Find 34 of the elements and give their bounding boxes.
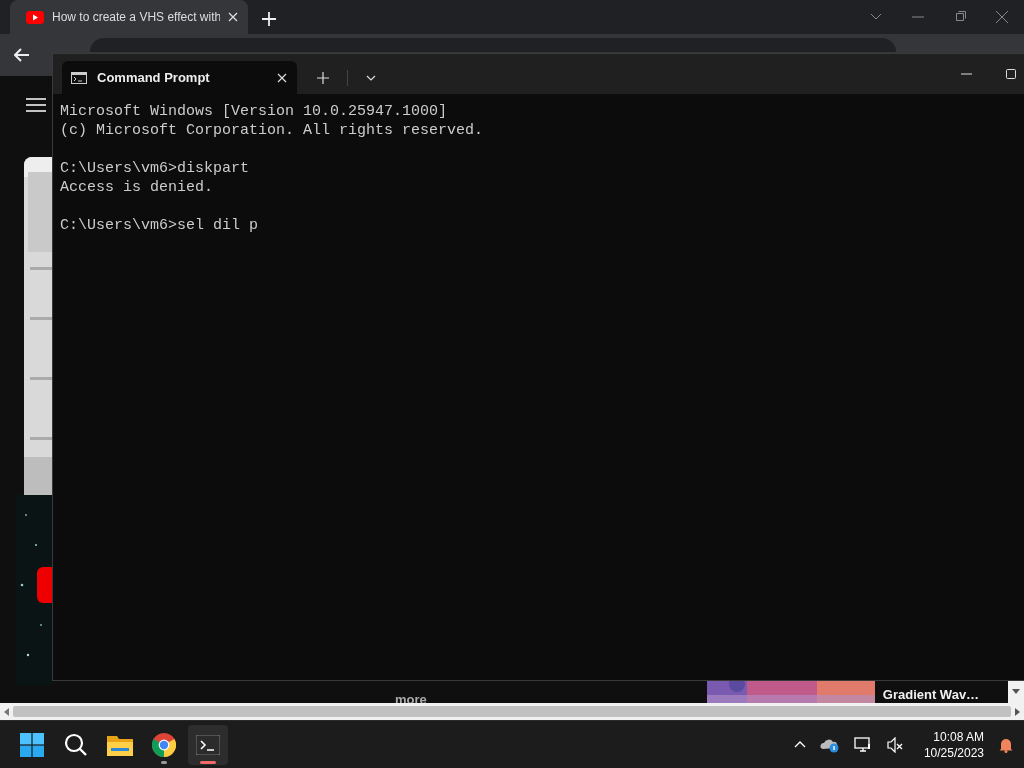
maximize-icon[interactable] (1006, 69, 1016, 79)
terminal-icon (196, 734, 220, 755)
console-line: Microsoft Windows [Version 10.0.25947.1000] (60, 102, 449, 121)
new-tab-button[interactable] (317, 71, 329, 84)
console-line: C:\Users\vm6>diskpart (60, 159, 251, 178)
speaker-muted-icon[interactable] (885, 736, 904, 753)
clock-date[interactable]: 10/25/2023 (923, 744, 984, 761)
clock-time[interactable]: 10:08 AM (933, 728, 984, 745)
video-title[interactable]: Gradient Wav… (882, 687, 980, 703)
back-arrow-icon[interactable] (14, 48, 30, 62)
monitor-icon[interactable] (853, 736, 872, 753)
console-line: Access is denied. (60, 178, 215, 197)
console-line: C:\Users\vm6>sel dil p (60, 216, 260, 235)
scroll-down-icon[interactable] (1012, 689, 1020, 694)
new-tab-button[interactable] (262, 12, 276, 26)
taskbar-button[interactable] (188, 724, 228, 765)
console-line: (c) Microsoft Corporation. All rights reserved. (60, 121, 485, 140)
chrome-icon (152, 732, 176, 757)
menu-icon[interactable] (26, 98, 46, 112)
scroll-right-icon[interactable] (1015, 707, 1020, 716)
scroll-left-icon[interactable] (4, 707, 9, 716)
folder-icon (107, 733, 133, 756)
scrollbar[interactable] (1008, 680, 1024, 703)
browser-tab[interactable]: How to create a VHS effect with (10, 0, 248, 34)
youtube-icon (26, 10, 44, 24)
restore-icon[interactable] (954, 11, 966, 23)
windows-logo-icon (20, 732, 44, 757)
terminal-tab[interactable]: Command Prompt (62, 61, 297, 94)
chevron-up-icon[interactable] (793, 741, 806, 748)
scrollbar-thumb[interactable] (13, 706, 1011, 717)
bell-icon[interactable] (998, 736, 1014, 753)
terminal-icon (71, 71, 87, 84)
scrollbar[interactable] (0, 703, 1024, 720)
search-icon (64, 732, 88, 757)
